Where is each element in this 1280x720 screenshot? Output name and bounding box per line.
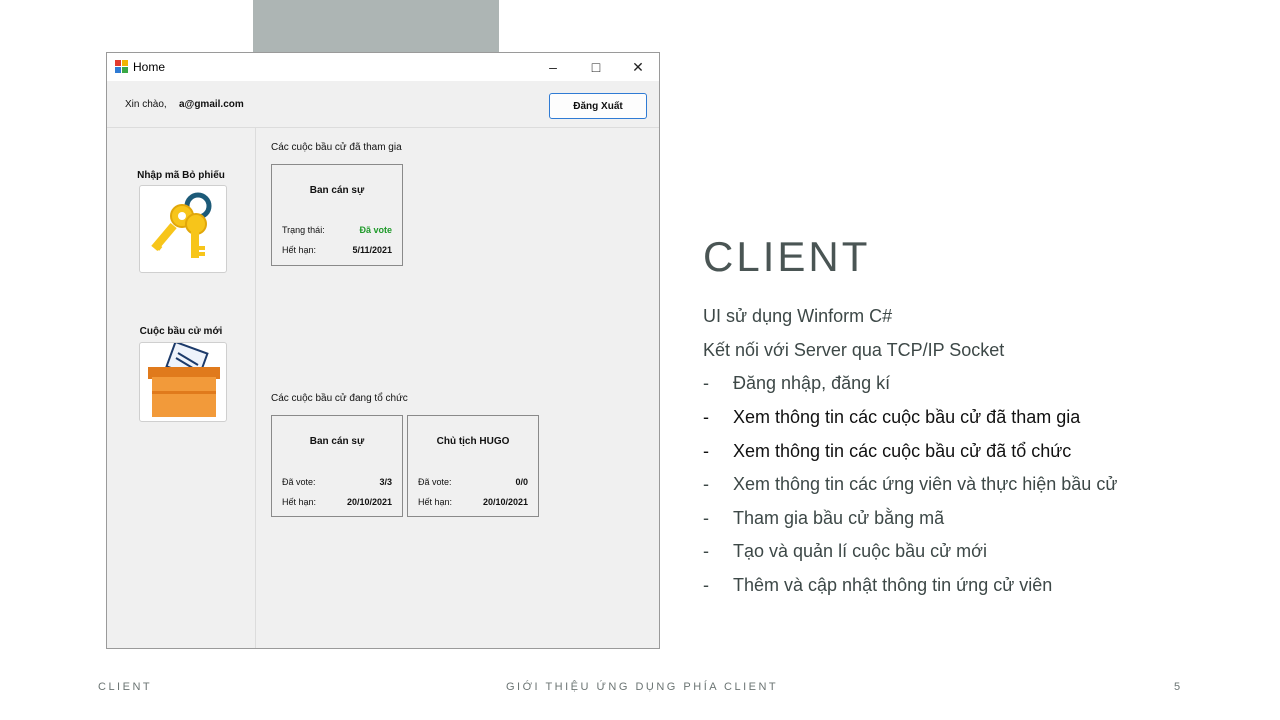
card-title: Ban cán sự [309,436,365,447]
organizing-election-card[interactable]: Chủ tịch HUGO Đã vote: 0/0 Hết hạn: 20/1… [407,415,539,517]
new-election-label: Cuộc bầu cử mới [139,326,223,337]
card-expiry-key: Hết hạn: [282,497,317,507]
card-title: Ban cán sự [309,185,365,196]
window-header: Xin chào, a@gmail.com Đăng Xuất [107,81,659,128]
keys-icon [151,192,212,258]
card-expiry-value: 5/11/2021 [352,245,392,255]
card-status-key: Trạng thái: [282,225,325,235]
app-icon [115,60,128,73]
card-votes-value: 0/0 [515,477,528,487]
card-expiry-key: Hết hạn: [418,497,453,507]
user-email: a@gmail.com [179,99,244,110]
joined-election-card[interactable]: Ban cán sự Trạng thái: Đã vote Hết hạn: … [271,164,403,266]
new-election-tile[interactable] [139,340,227,422]
card-status-value: Đã vote [359,225,392,235]
footer-center: GIỚI THIỆU ỨNG DỤNG PHÍA CLIENT [506,681,779,693]
footer-left: CLIENT [98,681,153,693]
joined-section-label: Các cuộc bầu cử đã tham gia [271,142,402,153]
organizing-election-card[interactable]: Ban cán sự Đã vote: 3/3 Hết hạn: 20/10/2… [271,415,403,517]
logout-button[interactable]: Đăng Xuất [549,93,647,119]
maximize-button[interactable]: □ [575,53,617,81]
decorative-rectangle [253,0,499,52]
card-votes-key: Đã vote: [418,477,452,487]
close-button[interactable]: ✕ [617,53,659,81]
slide-line: Kết nối với Server qua TCP/IP Socket [703,340,1005,360]
enter-code-label: Nhập mã Bỏ phiếu [137,170,225,181]
greeting-label: Xin chào, [125,99,167,110]
organizing-section-label: Các cuộc bầu cử đang tổ chức [271,393,408,404]
window-titlebar[interactable]: Home – □ ✕ [107,53,659,81]
card-expiry-value: 20/10/2021 [346,497,392,507]
enter-code-tile[interactable] [139,185,227,273]
left-panel: Nhập mã Bỏ phiếu Cuộc bầu cử mới [107,128,256,648]
slide-line: UI sử dụng Winform C# [703,306,893,326]
card-expiry-value: 20/10/2021 [482,497,528,507]
minimize-button[interactable]: – [532,53,574,81]
ballot-box-icon [148,340,220,417]
slide-title: CLIENT [703,233,871,280]
window-title: Home [133,60,166,74]
card-title: Chủ tịch HUGO [436,436,510,447]
page-number: 5 [1174,681,1183,693]
card-votes-key: Đã vote: [282,477,316,487]
card-expiry-key: Hết hạn: [282,245,317,255]
home-window: Home – □ ✕ Xin chào, a@gmail.com Đăng Xu… [106,52,660,649]
card-votes-value: 3/3 [379,477,392,487]
